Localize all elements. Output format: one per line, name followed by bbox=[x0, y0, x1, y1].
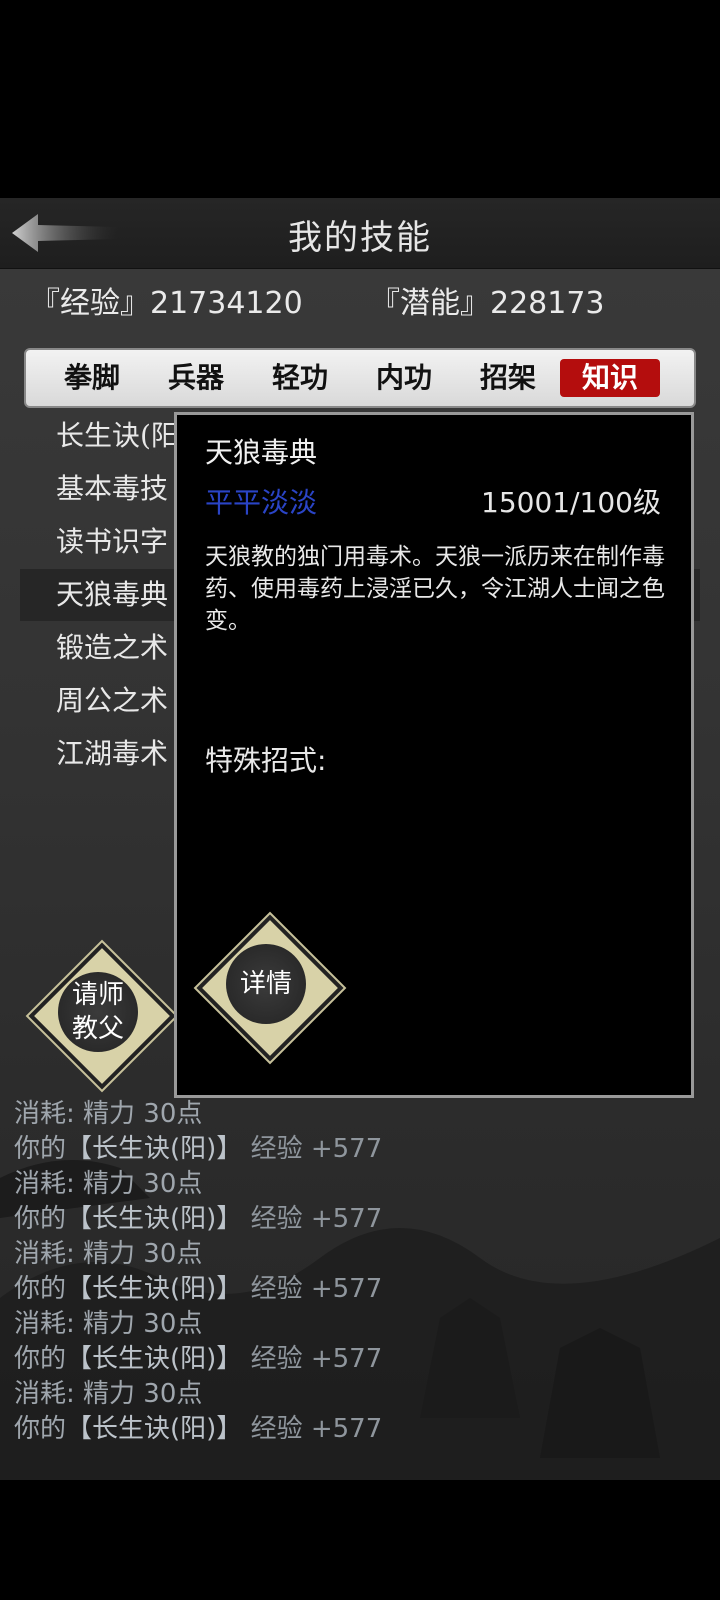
exp-value: 21734120 bbox=[150, 286, 303, 321]
ask-teacher-button[interactable]: 请师 教父 bbox=[28, 942, 176, 1090]
log-line: 消耗: 精力 30点 bbox=[14, 1169, 203, 1199]
skill-level-name: 平平淡淡 bbox=[205, 486, 318, 519]
detail-button[interactable]: 详情 bbox=[196, 914, 344, 1062]
log-line: 你的【长生诀(阳)】 经验 +577 bbox=[14, 1134, 383, 1164]
log-line: 你的【长生诀(阳)】 经验 +577 bbox=[14, 1274, 383, 1304]
exp-stat: 『经验』21734120 bbox=[30, 278, 303, 322]
log-line: 消耗: 精力 30点 bbox=[14, 1379, 203, 1409]
skill-description: 天狼教的独门用毒术。天狼一派历来在制作毒药、使用毒药上浸淫已久，令江湖人士闻之色… bbox=[205, 544, 665, 634]
log-line: 消耗: 精力 30点 bbox=[14, 1239, 203, 1269]
tab-knowledge[interactable]: 知识 bbox=[560, 359, 660, 397]
potential-value: 228173 bbox=[490, 286, 605, 321]
top-bar: 我的技能 bbox=[0, 198, 720, 269]
log-line: 你的【长生诀(阳)】 经验 +577 bbox=[14, 1344, 383, 1374]
tab-parry[interactable]: 招架 bbox=[458, 359, 558, 397]
log-line: 消耗: 精力 30点 bbox=[14, 1309, 203, 1339]
tab-lightness[interactable]: 轻功 bbox=[250, 359, 350, 397]
tab-internal[interactable]: 内功 bbox=[354, 359, 454, 397]
stats-bar: 『经验』21734120 『潜能』228173 bbox=[0, 268, 720, 348]
skill-category-tabs: 拳脚 兵器 轻功 内功 招架 知识 bbox=[24, 348, 696, 408]
potential-stat: 『潜能』228173 bbox=[370, 278, 605, 322]
log-line: 你的【长生诀(阳)】 经验 +577 bbox=[14, 1414, 383, 1444]
special-moves-label: 特殊招式: bbox=[205, 744, 327, 777]
skill-name: 天狼毒典 bbox=[205, 436, 318, 469]
tab-weapon[interactable]: 兵器 bbox=[146, 359, 246, 397]
detail-label: 详情 bbox=[239, 969, 292, 999]
log-line: 你的【长生诀(阳)】 经验 +577 bbox=[14, 1204, 383, 1234]
exp-label: 『经验』 bbox=[30, 286, 150, 321]
ask-teacher-label: 请师 教父 bbox=[71, 980, 124, 1044]
page-title: 我的技能 bbox=[288, 218, 432, 258]
game-screen: 我的技能 『经验』21734120 『潜能』228173 拳脚 兵器 轻功 内功… bbox=[0, 198, 720, 1480]
tab-fist[interactable]: 拳脚 bbox=[42, 359, 142, 397]
log-line: 消耗: 精力 30点 bbox=[14, 1099, 203, 1129]
potential-label: 『潜能』 bbox=[370, 286, 490, 321]
skill-level-value: 15001/100级 bbox=[481, 486, 661, 519]
